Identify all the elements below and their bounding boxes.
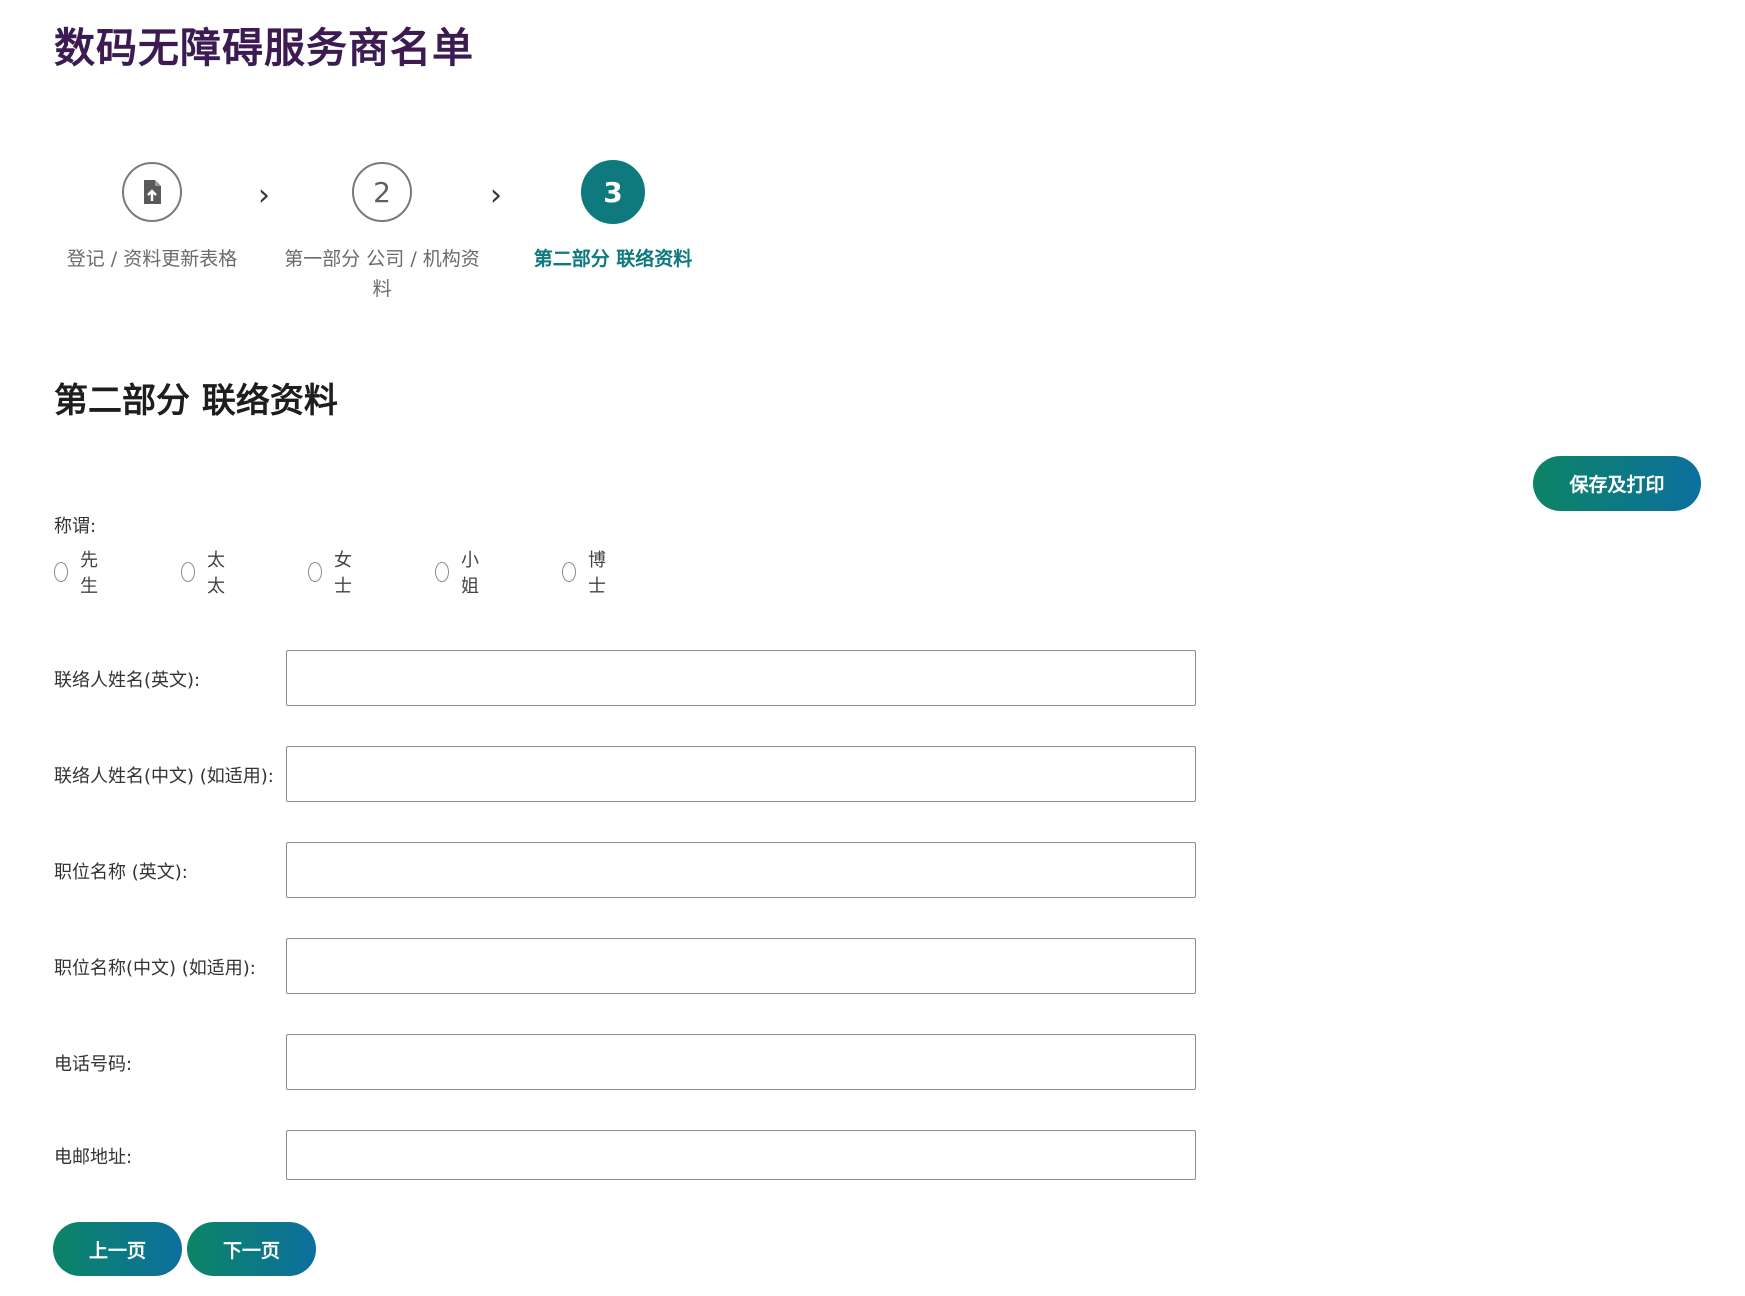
radio-label: 先生: [80, 550, 98, 597]
step-contact-info[interactable]: 3 第二部分 联络资料: [503, 160, 723, 274]
contact-name-en-label: 联络人姓名(英文):: [54, 670, 201, 691]
radio-button[interactable]: [562, 562, 576, 582]
radio-label: 太太: [207, 550, 225, 597]
radio-option[interactable]: 博士: [562, 550, 612, 597]
step-1-circle: [122, 162, 182, 222]
job-title-en-input[interactable]: [286, 842, 1196, 898]
chevron-right-icon: ›: [490, 178, 502, 213]
previous-page-button[interactable]: 上一页: [53, 1222, 182, 1276]
progress-stepper: 登记 / 资料更新表格 › 2 第一部分 公司 / 机构资料 › 3 第二部分 …: [0, 0, 800, 320]
save-print-button[interactable]: 保存及打印: [1533, 456, 1701, 511]
radio-option[interactable]: 先生: [54, 550, 104, 597]
section-title: 第二部分 联络资料: [54, 381, 338, 421]
radio-option[interactable]: 太太: [181, 550, 231, 597]
step-company-info[interactable]: 2 第一部分 公司 / 机构资料: [272, 162, 492, 304]
chevron-right-icon: ›: [258, 178, 270, 213]
phone-label: 电话号码:: [54, 1054, 133, 1075]
job-title-zh-input[interactable]: [286, 938, 1196, 994]
step-3-label: 第二部分 联络资料: [533, 248, 693, 270]
radio-button[interactable]: [181, 562, 195, 582]
contact-name-en-input[interactable]: [286, 650, 1196, 706]
contact-name-zh-label: 联络人姓名(中文) (如适用):: [54, 766, 274, 787]
radio-label: 小姐: [461, 550, 479, 597]
radio-label: 博士: [588, 550, 606, 597]
step-2-label: 第一部分 公司 / 机构资料: [284, 248, 480, 300]
job-title-en-label: 职位名称 (英文):: [54, 862, 188, 883]
email-label: 电邮地址:: [54, 1147, 133, 1168]
phone-input[interactable]: [286, 1034, 1196, 1090]
radio-button[interactable]: [54, 562, 68, 582]
radio-button[interactable]: [435, 562, 449, 582]
step-registration-form[interactable]: 登记 / 资料更新表格: [42, 162, 262, 274]
next-page-button[interactable]: 下一页: [187, 1222, 316, 1276]
salutation-label: 称谓:: [54, 516, 97, 537]
contact-name-zh-input[interactable]: [286, 746, 1196, 802]
radio-label: 女士: [334, 550, 352, 597]
radio-button[interactable]: [308, 562, 322, 582]
step-1-label: 登记 / 资料更新表格: [66, 248, 238, 270]
radio-option[interactable]: 小姐: [435, 550, 485, 597]
email-input[interactable]: [286, 1130, 1196, 1180]
job-title-zh-label: 职位名称(中文) (如适用):: [54, 958, 256, 979]
radio-option[interactable]: 女士: [308, 550, 358, 597]
step-3-circle: 3: [581, 160, 645, 224]
document-upload-icon: [144, 180, 161, 204]
step-2-circle: 2: [352, 162, 412, 222]
